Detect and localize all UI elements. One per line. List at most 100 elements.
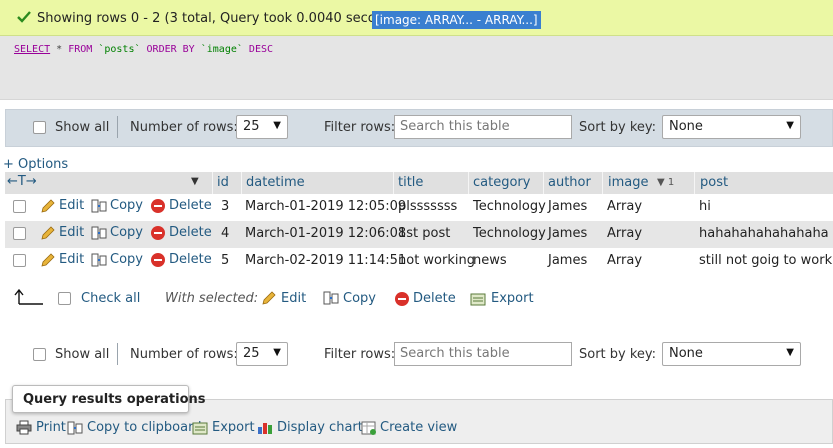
create-view-button[interactable]: Create view bbox=[380, 420, 457, 435]
delete-row-button[interactable]: Delete bbox=[169, 252, 212, 267]
cell-category: Technology bbox=[473, 226, 546, 241]
bulk-copy-button[interactable]: Copy bbox=[343, 291, 376, 306]
copy-icon bbox=[67, 421, 83, 435]
copy-icon bbox=[91, 226, 107, 240]
filter-rows-input[interactable]: Search this table bbox=[394, 342, 572, 366]
cell-image: Array bbox=[607, 226, 643, 241]
check-all-checkbox[interactable] bbox=[58, 292, 71, 305]
delete-row-button[interactable]: Delete bbox=[169, 225, 212, 240]
print-button[interactable]: Print bbox=[36, 420, 66, 435]
filter-rows-input[interactable]: Search this table bbox=[394, 115, 572, 139]
arrow-up-left-icon bbox=[14, 288, 43, 305]
sort-by-key-select[interactable]: None ▼ bbox=[662, 115, 801, 139]
bulk-edit-button[interactable]: Edit bbox=[281, 291, 306, 306]
check-icon bbox=[17, 11, 31, 23]
row-checkbox[interactable] bbox=[13, 227, 26, 240]
header-separator bbox=[468, 172, 469, 194]
display-chart-button[interactable]: Display chart bbox=[277, 420, 363, 435]
cell-author: James bbox=[548, 199, 588, 214]
show-all-label[interactable]: Show all bbox=[55, 120, 109, 135]
sql-select-keyword[interactable]: SELECT bbox=[14, 44, 50, 55]
edit-row-button[interactable]: Edit bbox=[59, 225, 84, 240]
bulk-export-button[interactable]: Export bbox=[491, 291, 534, 306]
rows-per-page-value: 25 bbox=[243, 119, 260, 134]
cell-author: James bbox=[548, 226, 588, 241]
header-image[interactable]: image bbox=[608, 175, 649, 190]
sort-label: Sort by key: bbox=[579, 120, 657, 135]
cell-title: 1st post bbox=[398, 226, 451, 241]
header-separator bbox=[694, 172, 695, 194]
copy-row-button[interactable]: Copy bbox=[110, 198, 143, 213]
success-text: Showing rows 0 - 2 (3 total, Query took … bbox=[37, 11, 409, 26]
selected-highlight-text[interactable]: [image: ARRAY... - ARRAY...] bbox=[372, 11, 541, 29]
delete-icon bbox=[151, 226, 165, 240]
success-message: Showing rows 0 - 2 (3 total, Query took … bbox=[0, 0, 833, 36]
check-all-label[interactable]: Check all bbox=[81, 291, 140, 306]
cell-post: hahahahahahahaha bbox=[699, 226, 829, 241]
copy-row-button[interactable]: Copy bbox=[110, 252, 143, 267]
cell-datetime: March-02-2019 11:14:51 bbox=[245, 253, 407, 268]
copy-icon bbox=[323, 291, 339, 305]
header-dropdown-icon[interactable]: ▼ bbox=[191, 176, 199, 187]
export-icon bbox=[192, 422, 208, 435]
dropdown-arrow-icon: ▼ bbox=[273, 347, 281, 358]
rows-label: Number of rows: bbox=[130, 120, 238, 135]
cell-datetime: March-01-2019 12:05:09 bbox=[245, 199, 407, 214]
header-id[interactable]: id bbox=[217, 175, 229, 190]
delete-icon bbox=[151, 253, 165, 267]
header-separator bbox=[393, 172, 394, 194]
print-icon bbox=[16, 420, 32, 435]
export-icon bbox=[470, 293, 486, 306]
sql-column-name: `image` bbox=[200, 44, 243, 55]
row-checkbox[interactable] bbox=[13, 200, 26, 213]
sql-desc-keyword: DESC bbox=[248, 44, 274, 55]
delete-icon bbox=[395, 292, 409, 306]
bulk-delete-button[interactable]: Delete bbox=[413, 291, 456, 306]
filter-label: Filter rows: bbox=[324, 347, 396, 362]
column-resize-arrows-icon[interactable]: ←T→ bbox=[7, 174, 37, 189]
show-all-checkbox[interactable] bbox=[33, 348, 46, 361]
filter-label: Filter rows: bbox=[324, 120, 396, 135]
cell-id: 5 bbox=[221, 253, 230, 268]
cell-title: plsssssss bbox=[398, 199, 458, 214]
divider bbox=[117, 343, 118, 365]
cell-post: still not goig to work out bbox=[699, 253, 833, 268]
cell-id: 3 bbox=[221, 199, 230, 214]
create-view-icon bbox=[361, 421, 376, 435]
header-separator bbox=[602, 172, 603, 194]
row-checkbox[interactable] bbox=[13, 254, 26, 267]
show-all-label[interactable]: Show all bbox=[55, 347, 109, 362]
header-datetime[interactable]: datetime bbox=[246, 175, 305, 190]
copy-row-button[interactable]: Copy bbox=[110, 225, 143, 240]
rows-per-page-select[interactable]: 25 ▼ bbox=[236, 115, 288, 139]
sql-query[interactable]: SELECT * FROM `posts` ORDER BY `image` D… bbox=[14, 44, 273, 55]
header-post[interactable]: post bbox=[700, 175, 728, 190]
header-author[interactable]: author bbox=[548, 175, 591, 190]
header-separator bbox=[543, 172, 544, 194]
rows-per-page-value: 25 bbox=[243, 346, 260, 361]
cell-category: news bbox=[473, 253, 507, 268]
header-title[interactable]: title bbox=[398, 175, 423, 190]
query-results-operations-title: Query results operations bbox=[12, 385, 206, 413]
edit-row-button[interactable]: Edit bbox=[59, 252, 84, 267]
cell-category: Technology bbox=[473, 199, 546, 214]
copy-to-clipboard-button[interactable]: Copy to clipboard bbox=[87, 420, 201, 435]
dropdown-arrow-icon: ▼ bbox=[786, 120, 794, 131]
header-category[interactable]: category bbox=[473, 175, 530, 190]
sort-by-key-select[interactable]: None ▼ bbox=[662, 342, 801, 366]
cell-id: 4 bbox=[221, 226, 230, 241]
export-button[interactable]: Export bbox=[212, 420, 255, 435]
options-link[interactable]: + Options bbox=[3, 157, 68, 172]
edit-row-button[interactable]: Edit bbox=[59, 198, 84, 213]
sql-orderby-keyword: ORDER BY bbox=[146, 44, 195, 55]
cell-image: Array bbox=[607, 253, 643, 268]
rows-label: Number of rows: bbox=[130, 347, 238, 362]
delete-row-button[interactable]: Delete bbox=[169, 198, 212, 213]
rows-per-page-select[interactable]: 25 ▼ bbox=[236, 342, 288, 366]
pencil-icon bbox=[41, 253, 55, 267]
sort-by-key-value: None bbox=[669, 119, 703, 134]
show-all-checkbox[interactable] bbox=[33, 121, 46, 134]
sql-star: * bbox=[56, 44, 63, 55]
sort-by-key-value: None bbox=[669, 346, 703, 361]
with-selected-label: With selected: bbox=[165, 291, 259, 306]
